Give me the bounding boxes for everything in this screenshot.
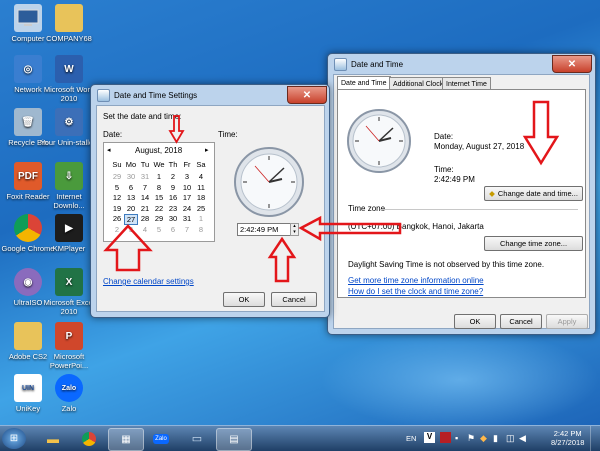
show-desktop-button[interactable]	[590, 426, 600, 451]
zalo-icon: Zalo	[153, 433, 169, 444]
clock-time: 2:42 PM	[553, 429, 582, 438]
clock-date: 8/27/2018	[551, 438, 585, 447]
taskbar-zalo[interactable]: Zalo	[144, 428, 178, 449]
battery-icon[interactable]: ▮	[493, 433, 498, 444]
tray-icon[interactable]: ▪	[455, 433, 458, 443]
red-arrow-left-icon	[298, 215, 402, 242]
taskbar-date-time[interactable]: ▤	[216, 428, 252, 451]
calendar-icon: ▤	[229, 434, 239, 445]
language-indicator[interactable]: EN	[406, 434, 416, 443]
taskbar: ⊞ ▬ ▦ Zalo ▭ ▤ EN V ▪ ⚑ ◆ ▮ ◫ ◀ 2:42 PM …	[0, 425, 600, 451]
red-arrow-down-icon	[168, 115, 185, 144]
taskbar-control-panel[interactable]: ▦	[108, 428, 144, 451]
red-arrow-up-icon	[267, 236, 297, 283]
red-arrow-up-icon	[103, 224, 153, 272]
red-arrow-down-icon	[522, 100, 560, 166]
window-icon: ▭	[191, 433, 203, 445]
start-button[interactable]: ⊞	[2, 428, 26, 449]
chrome-icon	[82, 431, 96, 446]
volume-icon[interactable]: ◀	[519, 433, 526, 444]
network-icon[interactable]: ◫	[506, 433, 515, 444]
windows-logo-icon: ⊞	[9, 433, 19, 444]
annotation-layer	[103, 100, 560, 283]
flag-icon[interactable]: ⚑	[467, 433, 475, 444]
folder-icon: ▬	[47, 431, 59, 446]
unikey-tray-icon[interactable]: V	[424, 432, 435, 443]
taskbar-app[interactable]: ▭	[180, 428, 214, 449]
control-panel-icon: ▦	[121, 434, 131, 445]
taskbar-chrome[interactable]	[72, 428, 106, 449]
system-clock[interactable]: 2:42 PM 8/27/2018	[551, 429, 584, 447]
tray-app-icon[interactable]	[440, 432, 451, 443]
tray-icon[interactable]: ◆	[480, 433, 487, 444]
taskbar-explorer[interactable]: ▬	[36, 428, 70, 449]
